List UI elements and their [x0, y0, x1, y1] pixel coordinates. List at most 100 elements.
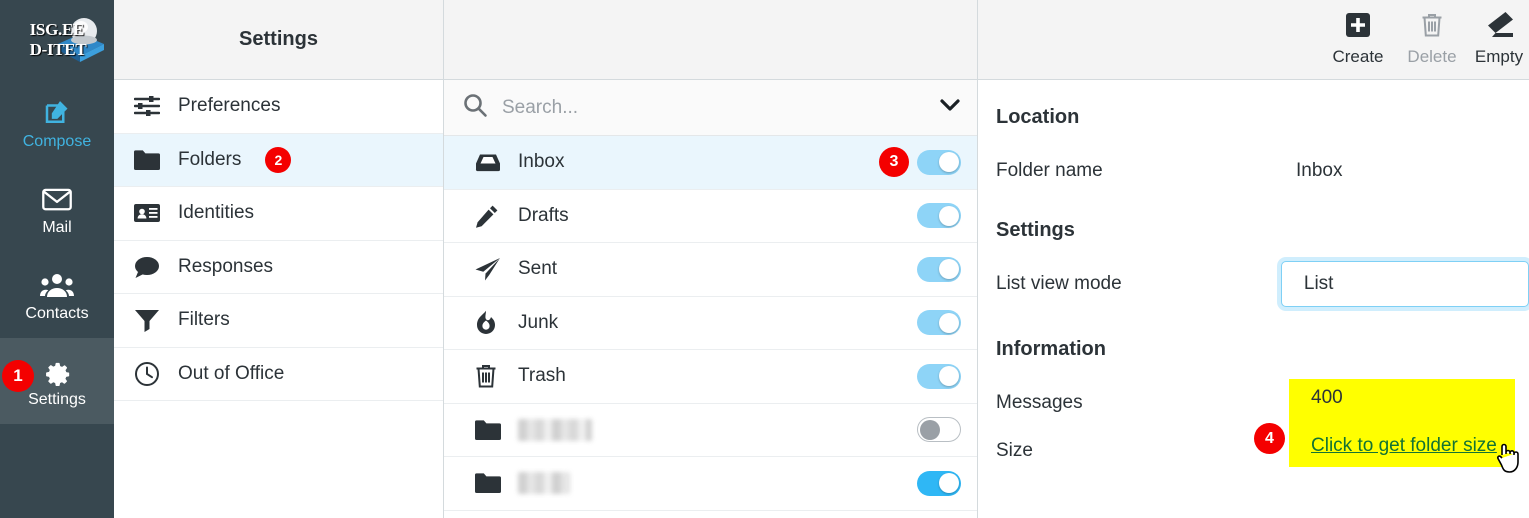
folder-toggle-inbox[interactable]: [917, 149, 961, 175]
detail-body: Location Folder name Inbox Settings List…: [978, 80, 1529, 518]
sidebar-item-label: Responses: [178, 255, 274, 277]
folder-search-bar[interactable]: [444, 80, 977, 136]
toggle-knob: [938, 205, 959, 226]
sidebar-item-label: Identities: [178, 202, 255, 224]
envelope-icon: [41, 182, 73, 216]
plus-square-icon: [1345, 12, 1371, 43]
folder-row-trash[interactable]: Trash: [444, 350, 977, 404]
location-section-title: Location: [996, 106, 1080, 128]
search-icon: [462, 92, 488, 123]
brand-logo-area[interactable]: ISG.EE D-ITET: [0, 0, 114, 80]
folder-row-sent[interactable]: Sent: [444, 243, 977, 297]
sidebar-item-preferences[interactable]: Preferences: [114, 80, 443, 134]
list-view-mode-row: List view mode List: [996, 260, 1529, 308]
list-view-mode-select[interactable]: List: [1280, 261, 1529, 307]
task-compose[interactable]: Compose: [0, 80, 114, 166]
messages-label: Messages: [996, 392, 1083, 413]
task-compose-label: Compose: [22, 132, 92, 150]
task-contacts[interactable]: Contacts: [0, 252, 114, 338]
compose-pencil-icon: [42, 96, 72, 130]
sidebar-item-label: Preferences: [178, 95, 281, 117]
folder-name-label: Folder name: [996, 160, 1103, 181]
search-input[interactable]: [502, 96, 925, 119]
brand-text: ISG.EE D-ITET: [28, 20, 87, 60]
callout-badge-4: 4: [1254, 423, 1285, 454]
folder-name-redacted: [518, 472, 570, 495]
sidebar-item-label: Out of Office: [178, 362, 285, 384]
callout-badge-3: 3: [879, 147, 909, 178]
folder-name: Junk: [518, 311, 559, 333]
task-list: Compose Mail Contacts 1 Settings: [0, 80, 114, 424]
task-contacts-label: Contacts: [25, 304, 89, 322]
folder-row-custom-1[interactable]: [444, 404, 977, 457]
task-settings[interactable]: 1 Settings: [0, 338, 114, 424]
sidebar-item-identities[interactable]: Identities: [114, 187, 443, 241]
create-button[interactable]: Create: [1321, 0, 1395, 80]
folder-toggle-custom-2[interactable]: [917, 470, 961, 496]
folder-row-drafts[interactable]: Drafts: [444, 190, 977, 243]
app-root: ISG.EE D-ITET Compose Mail Contacts 1 Se…: [0, 0, 1529, 518]
settings-column-header: Settings: [114, 0, 443, 80]
sidebar-item-folders[interactable]: Folders 2: [114, 133, 443, 187]
folder-toggle-custom-1[interactable]: [917, 417, 961, 443]
delete-button[interactable]: Delete: [1395, 0, 1469, 80]
callout-badge-1: 1: [2, 360, 34, 392]
folder-name: Inbox: [518, 151, 565, 173]
folder-name-value: Inbox: [1296, 160, 1343, 181]
flame-icon: [474, 310, 508, 336]
trash-icon: [474, 363, 508, 389]
folder-toggle-sent[interactable]: [917, 256, 961, 282]
folder-row-inbox[interactable]: Inbox 3: [444, 136, 977, 190]
folders-toolbar: [444, 0, 977, 80]
clock-icon: [132, 361, 162, 387]
toggle-knob: [938, 259, 959, 280]
toggle-knob: [938, 312, 959, 333]
pencil-icon: [474, 203, 508, 229]
sidebar-item-label: Folders: [178, 148, 242, 170]
eraser-icon: [1484, 12, 1514, 43]
toggle-knob: [938, 152, 959, 173]
toggle-knob: [938, 473, 959, 494]
task-settings-label: Settings: [28, 390, 86, 408]
folder-toggle-drafts[interactable]: [917, 203, 961, 229]
get-folder-size-link[interactable]: Click to get folder size: [1311, 435, 1497, 457]
people-icon: [40, 268, 74, 302]
list-view-mode-label: List view mode: [996, 273, 1122, 294]
folder-icon: [474, 419, 508, 441]
folder-toggle-junk[interactable]: [917, 310, 961, 336]
sidebar-item-responses[interactable]: Responses: [114, 241, 443, 294]
folder-icon: [474, 472, 508, 494]
folder-name: Trash: [518, 365, 566, 387]
speech-bubble-icon: [132, 255, 162, 279]
settings-list-column: Settings Preferences Folders 2 Identitie…: [114, 0, 444, 518]
callout-badge-2: 2: [265, 146, 292, 173]
page-title: Settings: [239, 28, 318, 50]
empty-button[interactable]: Empty: [1469, 0, 1529, 80]
sidebar-item-filters[interactable]: Filters: [114, 294, 443, 348]
info-highlight-block: 400 Click to get folder size: [1289, 379, 1515, 467]
chevron-down-icon[interactable]: [939, 97, 961, 118]
folder-name: Drafts: [518, 204, 569, 226]
empty-button-label: Empty: [1474, 47, 1524, 66]
trash-icon: [1420, 12, 1444, 43]
task-mail-label: Mail: [42, 218, 72, 236]
folder-detail-pane: Create Delete Empty Location Folder name…: [978, 0, 1529, 518]
sidebar-item-label: Filters: [178, 309, 230, 331]
detail-toolbar: Create Delete Empty: [978, 0, 1529, 80]
folder-name: Sent: [518, 258, 558, 280]
settings-section-title: Settings: [996, 219, 1075, 241]
funnel-icon: [132, 308, 162, 333]
brand-line-1: ISG.EE: [29, 20, 85, 39]
task-mail[interactable]: Mail: [0, 166, 114, 252]
delete-button-label: Delete: [1407, 47, 1457, 66]
sidebar-item-out-of-office[interactable]: Out of Office: [114, 348, 443, 401]
folders-list-column: Inbox 3 Drafts: [444, 0, 978, 518]
messages-value: 400: [1311, 387, 1343, 408]
create-button-label: Create: [1332, 47, 1384, 66]
folder-row-custom-2[interactable]: [444, 457, 977, 511]
toggle-knob: [938, 366, 959, 387]
brand-line-2: D-ITET: [29, 40, 87, 59]
sliders-icon: [132, 95, 162, 117]
folder-toggle-trash[interactable]: [917, 363, 961, 389]
folder-row-junk[interactable]: Junk: [444, 297, 977, 350]
